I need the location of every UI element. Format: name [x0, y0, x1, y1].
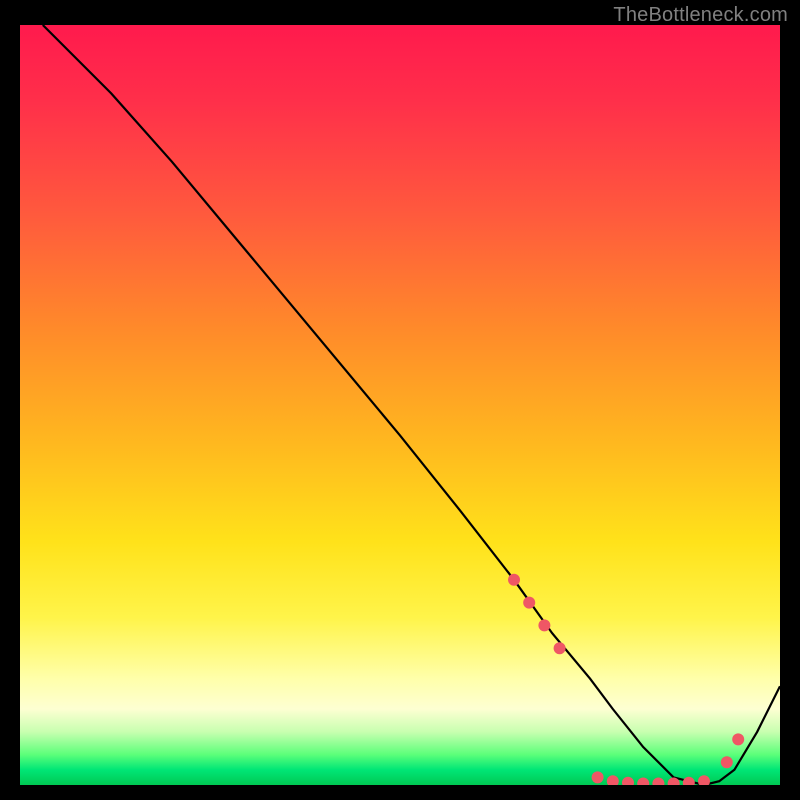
watermark-text: TheBottleneck.com — [613, 4, 788, 27]
curve-marker — [554, 642, 566, 654]
chart-frame: TheBottleneck.com — [0, 0, 800, 800]
curve-marker — [523, 597, 535, 609]
curve-svg — [20, 25, 780, 785]
curve-marker — [508, 574, 520, 586]
curve-marker — [538, 619, 550, 631]
curve-marker — [637, 778, 649, 786]
plot-area — [20, 25, 780, 785]
curve-marker — [592, 771, 604, 783]
curve-marker — [732, 733, 744, 745]
curve-marker — [607, 775, 619, 785]
curve-marker — [721, 756, 733, 768]
curve-marker — [622, 777, 634, 785]
curve-marker — [652, 778, 664, 786]
curve-markers — [508, 574, 744, 785]
curve-marker — [683, 777, 695, 785]
curve-marker — [698, 775, 710, 785]
bottleneck-curve — [43, 25, 780, 785]
